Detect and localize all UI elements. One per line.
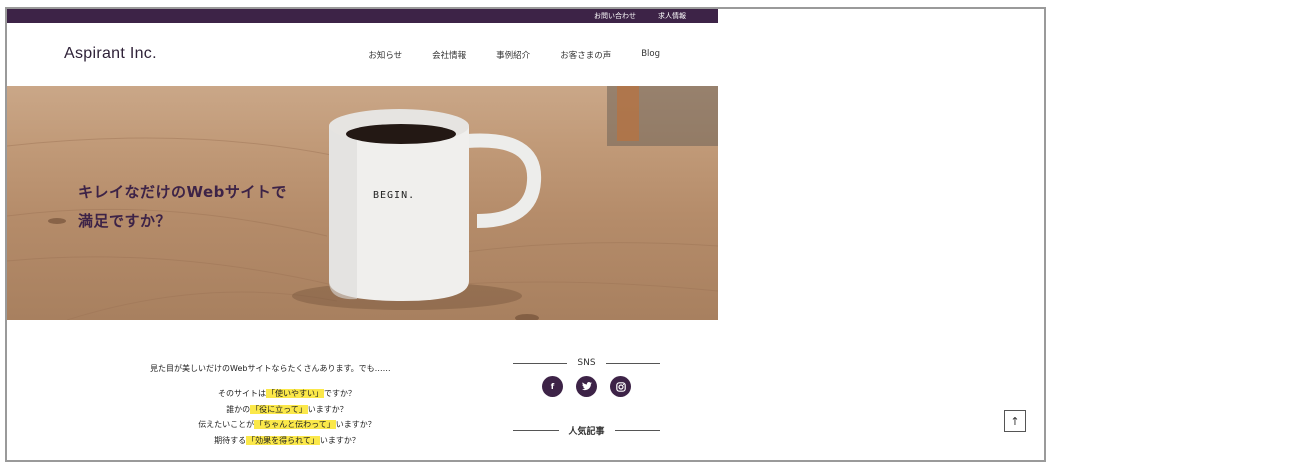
top-utility-bar: お問い合わせ 求人情報: [7, 9, 718, 23]
nav-item-company[interactable]: 会社情報: [432, 49, 466, 61]
intro-lead: 見た目が美しいだけのWebサイトならたくさんあります。でも……: [150, 364, 391, 373]
question-text: いますか？: [319, 435, 360, 445]
nav-item-blog[interactable]: Blog: [641, 49, 660, 61]
recruit-link[interactable]: 求人情報: [658, 11, 686, 21]
question-text: 伝えたいことが: [198, 420, 255, 429]
question-line: 伝えたいことが「ちゃんと伝わって」いますか？: [157, 417, 417, 433]
divider: [614, 430, 661, 431]
nav-item-voices[interactable]: お客さまの声: [560, 49, 611, 61]
nav-item-cases[interactable]: 事例紹介: [496, 49, 530, 61]
hero-banner: BEGIN. キレイなだけのWebサイトで 満足ですか？: [7, 86, 718, 320]
instagram-icon[interactable]: [610, 376, 631, 397]
question-highlight: 「ちゃんと伝わって」: [254, 420, 336, 429]
popular-heading: 人気記事: [513, 424, 661, 437]
question-text: いますか？: [307, 404, 348, 414]
question-text: 誰かの: [226, 404, 251, 414]
question-text: 期待する: [214, 435, 247, 445]
hero-headline-line1: キレイなだけのWebサイトで: [78, 183, 287, 201]
question-text: ですか？: [324, 389, 356, 398]
question-line: そのサイトは「使いやすい」ですか？: [157, 386, 417, 402]
popular-heading-label: 人気記事: [568, 427, 605, 437]
question-highlight: 「使いやすい」: [266, 389, 324, 398]
divider: [513, 430, 559, 431]
hero-headline-line2: 満足ですか？: [78, 212, 172, 230]
question-line: 期待する「効果を得られて」いますか？: [157, 433, 417, 449]
facebook-icon[interactable]: f: [542, 376, 563, 397]
question-text: そのサイトは: [218, 389, 266, 398]
sns-heading: SNS: [513, 358, 661, 368]
sns-links: f: [513, 376, 660, 397]
contact-link[interactable]: お問い合わせ: [594, 11, 636, 21]
main-nav: お知らせ 会社情報 事例紹介 お客さまの声 Blog: [368, 49, 660, 61]
main-content: 見た目が美しいだけのWebサイトならたくさんあります。でも…… そのサイトは「使…: [7, 320, 718, 460]
mug-label: BEGIN.: [373, 190, 416, 201]
browser-frame: お問い合わせ 求人情報 Aspirant Inc. お知らせ 会社情報 事例紹介…: [5, 7, 1046, 462]
question-text: いますか？: [335, 420, 376, 429]
nav-item-news[interactable]: お知らせ: [368, 49, 402, 61]
divider: [513, 362, 568, 364]
question-highlight: 「役に立って」: [250, 404, 308, 414]
intro-questions: そのサイトは「使いやすい」ですか？ 誰かの「役に立って」いますか？ 伝えたいこと…: [157, 386, 417, 448]
site-logo[interactable]: Aspirant Inc.: [64, 45, 157, 63]
site-header: Aspirant Inc. お知らせ 会社情報 事例紹介 お客さまの声 Blog: [7, 23, 718, 86]
question-highlight: 「効果を得られて」: [246, 435, 320, 445]
hero-headline: キレイなだけのWebサイトで 満足ですか？: [78, 178, 287, 236]
arrow-up-icon: ↑: [1010, 414, 1020, 428]
sidebar: SNS f 人気記事: [513, 358, 661, 437]
divider: [605, 362, 661, 364]
question-line: 誰かの「役に立って」いますか？: [157, 402, 417, 418]
back-to-top-button[interactable]: ↑: [1004, 410, 1026, 432]
sns-heading-label: SNS: [577, 358, 596, 368]
twitter-icon[interactable]: [576, 376, 597, 397]
